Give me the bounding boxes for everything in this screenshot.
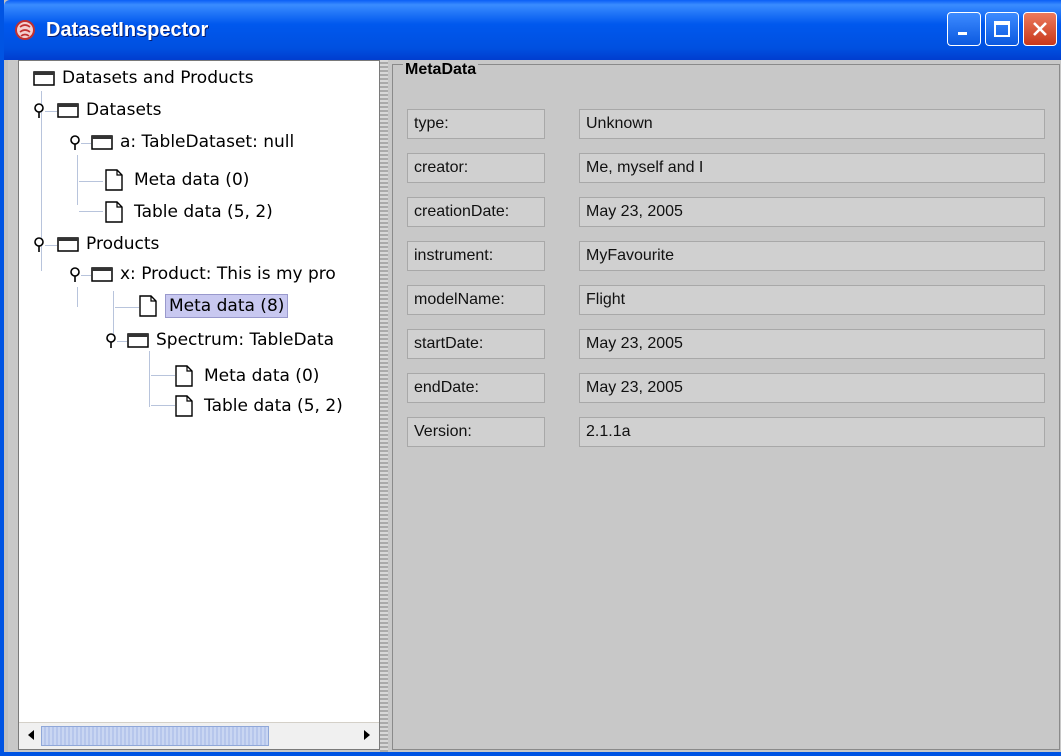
- tree-root-label: Datasets and Products: [62, 68, 254, 88]
- tree-item-table-dataset-a[interactable]: a: TableDataset: null: [91, 127, 297, 157]
- horizontal-scrollbar[interactable]: [19, 722, 379, 749]
- scroll-right-button[interactable]: [357, 725, 377, 745]
- maximize-button[interactable]: [985, 12, 1019, 46]
- tree-item-label: Spectrum: TableData: [156, 330, 335, 350]
- folder-icon: [91, 135, 113, 150]
- document-icon: [139, 295, 157, 317]
- tree-item-label: Table data (5, 2): [134, 202, 273, 222]
- scroll-left-button[interactable]: [21, 725, 41, 745]
- metadata-value[interactable]: Me, myself and I: [579, 153, 1045, 183]
- metadata-group-title: MetaData: [403, 61, 479, 79]
- tree-item-label: Products: [86, 234, 160, 254]
- minimize-button[interactable]: [947, 12, 981, 46]
- tree-item-products[interactable]: Products: [57, 229, 162, 259]
- tree-item-table-data[interactable]: Table data (5, 2): [105, 197, 276, 227]
- expand-toggle-icon[interactable]: [33, 103, 45, 119]
- tree-root[interactable]: Datasets and Products: [33, 63, 257, 93]
- arrow-left-icon: [28, 730, 34, 740]
- expand-toggle-icon[interactable]: [69, 135, 81, 151]
- tree-panel: Datasets and Products Datasets a: TableD…: [18, 60, 380, 750]
- metadata-value[interactable]: MyFavourite: [579, 241, 1045, 271]
- document-icon: [105, 169, 123, 191]
- folder-icon: [57, 237, 79, 252]
- minimize-icon: [958, 32, 967, 35]
- tree-item-label: x: Product: This is my pro: [120, 264, 336, 284]
- metadata-panel: MetaData type: Unknown creator: Me, myse…: [392, 61, 1060, 750]
- metadata-value[interactable]: Unknown: [579, 109, 1045, 139]
- metadata-key: modelName:: [407, 285, 545, 315]
- metadata-key: instrument:: [407, 241, 545, 271]
- tree-item-meta-data-selected[interactable]: Meta data (8): [139, 291, 289, 321]
- document-icon: [175, 395, 193, 417]
- folder-icon: [127, 333, 149, 348]
- window-title: DatasetInspector: [46, 18, 209, 41]
- metadata-value[interactable]: Flight: [579, 285, 1045, 315]
- maximize-icon: [994, 21, 1010, 37]
- close-icon: [1033, 22, 1047, 36]
- metadata-key: creationDate:: [407, 197, 545, 227]
- folder-icon: [33, 71, 55, 86]
- java-app-icon: [14, 19, 36, 41]
- tree-item-label: Meta data (8): [165, 294, 289, 318]
- tree-item-meta-data[interactable]: Meta data (0): [175, 361, 322, 391]
- client-area: Datasets and Products Datasets a: TableD…: [8, 60, 1061, 752]
- metadata-value[interactable]: May 23, 2005: [579, 329, 1045, 359]
- app-window: DatasetInspector Datasets and Products D…: [0, 0, 1061, 756]
- metadata-key: endDate:: [407, 373, 545, 403]
- folder-icon: [57, 103, 79, 118]
- folder-icon: [91, 267, 113, 282]
- expand-toggle-icon[interactable]: [69, 267, 81, 283]
- dataset-tree[interactable]: Datasets and Products Datasets a: TableD…: [19, 61, 379, 721]
- metadata-value[interactable]: May 23, 2005: [579, 197, 1045, 227]
- arrow-right-icon: [364, 730, 370, 740]
- scrollbar-thumb[interactable]: [41, 726, 269, 746]
- expand-toggle-icon[interactable]: [105, 333, 117, 349]
- tree-item-table-data[interactable]: Table data (5, 2): [175, 391, 346, 421]
- metadata-value[interactable]: 2.1.1a: [579, 417, 1045, 447]
- tree-item-label: Table data (5, 2): [204, 396, 343, 416]
- tree-item-product-x[interactable]: x: Product: This is my pro: [91, 259, 339, 289]
- tree-item-spectrum[interactable]: Spectrum: TableData: [127, 325, 337, 355]
- metadata-value[interactable]: May 23, 2005: [579, 373, 1045, 403]
- tree-item-meta-data[interactable]: Meta data (0): [105, 165, 252, 195]
- split-pane-divider[interactable]: [380, 60, 388, 752]
- tree-item-label: Meta data (0): [204, 366, 320, 386]
- metadata-key: Version:: [407, 417, 545, 447]
- document-icon: [105, 201, 123, 223]
- expand-toggle-icon[interactable]: [33, 237, 45, 253]
- tree-item-datasets[interactable]: Datasets: [57, 95, 164, 125]
- metadata-key: creator:: [407, 153, 545, 183]
- title-bar[interactable]: DatasetInspector: [4, 0, 1061, 60]
- tree-item-label: a: TableDataset: null: [120, 132, 295, 152]
- tree-item-label: Datasets: [86, 100, 162, 120]
- close-button[interactable]: [1023, 12, 1057, 46]
- metadata-key: type:: [407, 109, 545, 139]
- metadata-key: startDate:: [407, 329, 545, 359]
- tree-item-label: Meta data (0): [134, 170, 250, 190]
- document-icon: [175, 365, 193, 387]
